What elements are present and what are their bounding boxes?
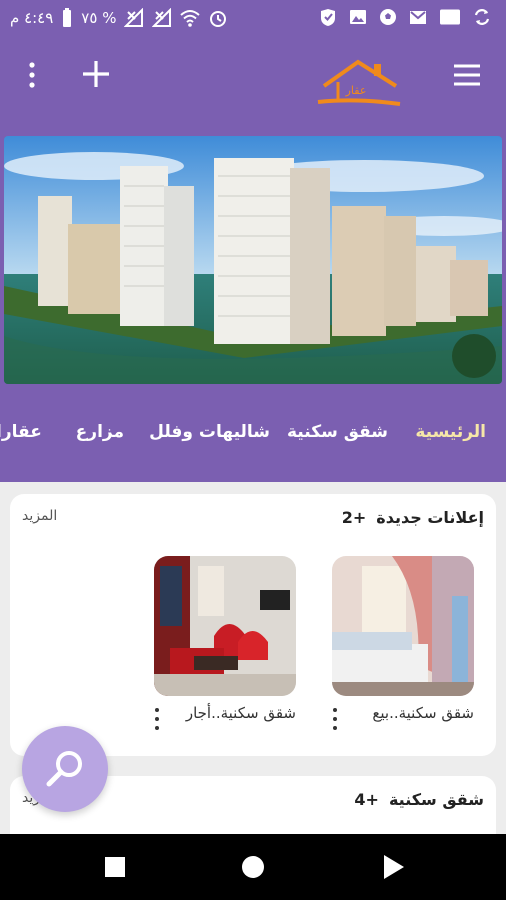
back-icon[interactable] — [378, 852, 408, 882]
tab-farms[interactable]: مزارع — [76, 422, 124, 442]
listing-card[interactable]: شقق سكنية..بيع — [332, 556, 474, 732]
gmail-icon — [408, 7, 428, 27]
search-icon — [46, 751, 82, 787]
section-title: شقق سكنية+4 — [354, 790, 484, 809]
tab-real-estate[interactable]: عقارا — [0, 422, 42, 442]
category-tabs: الرئيسية شقق سكنية شاليهات وفلل مزارع عق… — [0, 410, 506, 464]
app-screen: ٤:٤٩ م ٧٥ % عقار الرئيسية شقق سكنية شالي… — [0, 0, 506, 900]
tab-home[interactable]: الرئيسية — [415, 422, 486, 442]
signal-icon — [152, 8, 172, 28]
system-nav-bar — [0, 834, 506, 900]
more-link[interactable]: المزيد — [22, 508, 57, 524]
home-icon[interactable] — [238, 852, 268, 882]
listing-title: شقق سكنية..بيع — [372, 704, 474, 722]
listing-image[interactable] — [332, 556, 474, 696]
more-vert-icon[interactable] — [22, 60, 42, 90]
checkmark-app-icon — [318, 7, 338, 27]
recents-icon[interactable] — [100, 852, 130, 882]
listing-title: شقق سكنية..أجار — [185, 704, 296, 722]
add-icon[interactable] — [80, 58, 112, 90]
battery-icon — [61, 8, 73, 28]
signal-icon — [124, 8, 144, 28]
tab-apartments[interactable]: شقق سكنية — [287, 422, 388, 442]
more-vert-icon[interactable] — [152, 706, 162, 732]
tab-chalets-villas[interactable]: شاليهات وفلل — [149, 422, 270, 442]
listing-card[interactable]: شقق سكنية..أجار — [154, 556, 296, 732]
wifi-icon — [180, 8, 201, 28]
listing-image[interactable] — [154, 556, 296, 696]
section-count: +2 — [341, 508, 367, 527]
sync-icon — [472, 7, 492, 27]
hero-banner-image — [4, 136, 502, 384]
status-left: ٤:٤٩ م ٧٥ % — [10, 8, 228, 28]
more-vert-icon[interactable] — [330, 706, 340, 732]
search-button[interactable] — [22, 726, 108, 812]
app-bar: عقار — [0, 38, 506, 130]
menu-icon[interactable] — [452, 62, 482, 88]
alarm-icon — [208, 8, 228, 28]
section-count: +4 — [354, 790, 379, 809]
new-ads-section: إعلانات جديدة+2 المزيد شقق سكنية..بيع شق… — [10, 494, 496, 756]
status-bar: ٤:٤٩ م ٧٥ % — [0, 0, 506, 38]
logo-text: عقار — [345, 84, 367, 97]
battery-percent: ٧٥ % — [81, 9, 117, 27]
status-right — [318, 7, 492, 27]
image-icon — [348, 7, 368, 27]
clock: ٤:٤٩ م — [10, 9, 54, 27]
app-badge-icon — [438, 7, 462, 27]
section-title: إعلانات جديدة+2 — [341, 508, 484, 527]
football-icon — [378, 7, 398, 27]
logo: عقار — [316, 56, 402, 112]
